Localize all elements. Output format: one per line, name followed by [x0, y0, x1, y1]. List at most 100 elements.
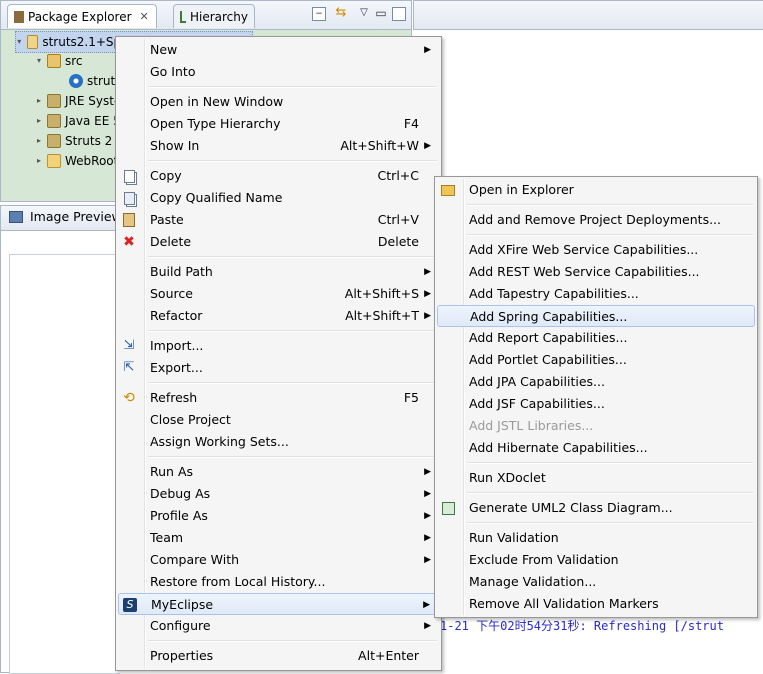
submenu-item-add-and-remove-project-deployments[interactable]: Add and Remove Project Deployments... [437, 209, 755, 231]
menu-item-properties[interactable]: Properties Alt+Enter [118, 645, 439, 667]
menu-item-source[interactable]: Source Alt+Shift+S ▶ [118, 283, 439, 305]
tab-hierarchy-label: Hierarchy [189, 9, 248, 24]
tree-item-src[interactable]: ▾ src [35, 51, 83, 71]
menu-item-show-in[interactable]: Show In Alt+Shift+W ▶ [118, 135, 439, 157]
submenu-item-add-jsf-capabilities[interactable]: Add JSF Capabilities... [437, 393, 755, 415]
menu-item-team[interactable]: Team ▶ [118, 527, 439, 549]
submenu-item-run-xdoclet[interactable]: Run XDoclet [437, 467, 755, 489]
menu-item-import[interactable]: ⇲ Import... [118, 335, 439, 357]
expand-twisty-icon[interactable]: ▸ [35, 151, 43, 171]
menu-item-label: Add and Remove Project Deployments... [469, 212, 721, 227]
image-preview-icon [9, 211, 23, 223]
submenu-arrow-icon: ▶ [424, 45, 431, 55]
tree-item-webroot[interactable]: ▸ WebRoot [35, 151, 118, 171]
menu-item-open-in-new-window[interactable]: Open in New Window [118, 91, 439, 113]
menu-item-label: Source [150, 286, 193, 301]
menu-item-label: Add Report Capabilities... [469, 330, 628, 345]
menu-item-label: Add JSF Capabilities... [469, 396, 605, 411]
menu-item-go-into[interactable]: Go Into [118, 61, 439, 83]
menu-item-label: Open Type Hierarchy [150, 116, 281, 131]
submenu-item-exclude-from-validation[interactable]: Exclude From Validation [437, 549, 755, 571]
context-menu: New ▶ Go Into Open in New Window Open Type H… [115, 36, 442, 671]
project-icon [26, 35, 39, 49]
menu-item-profile-as[interactable]: Profile As ▶ [118, 505, 439, 527]
import-icon: ⇲ [123, 338, 135, 353]
expand-twisty-icon[interactable]: ▸ [35, 91, 43, 111]
menu-item-label: Copy [150, 168, 182, 183]
submenu-item-run-validation[interactable]: Run Validation [437, 527, 755, 549]
delete-icon: ✖ [123, 234, 135, 250]
tab-hierarchy[interactable]: Hierarchy [173, 4, 255, 28]
menu-item-label: Refresh [150, 390, 198, 405]
submenu-item-add-tapestry-capabilities[interactable]: Add Tapestry Capabilities... [437, 283, 755, 305]
close-icon[interactable]: ✕ [140, 5, 149, 29]
menu-item-label: Close Project [150, 412, 231, 427]
submenu-item-manage-validation[interactable]: Manage Validation... [437, 571, 755, 593]
submenu-item-remove-all-validation-markers[interactable]: Remove All Validation Markers [437, 593, 755, 615]
submenu-item-open-in-explorer[interactable]: Open in Explorer [437, 179, 755, 201]
submenu-item-add-rest-web-service-capabilities[interactable]: Add REST Web Service Capabilities... [437, 261, 755, 283]
submenu-item-add-spring-capabilities[interactable]: Add Spring Capabilities... [437, 305, 755, 327]
menu-item-assign-working-sets[interactable]: Assign Working Sets... [118, 431, 439, 453]
menu-item-label: Run Validation [469, 530, 559, 545]
menu-item-label: Compare With [150, 552, 240, 567]
menu-item-label: Add JSTL Libraries... [469, 418, 594, 433]
package-explorer-icon [14, 10, 24, 23]
menu-item-myeclipse[interactable]: S MyEclipse ▶ [118, 593, 439, 615]
menu-separator [467, 462, 753, 464]
menu-item-label: New [150, 42, 178, 57]
maximize-icon[interactable] [392, 7, 406, 21]
menu-item-refactor[interactable]: Refactor Alt+Shift+T ▶ [118, 305, 439, 327]
copy-qualified-icon [122, 191, 136, 205]
menu-item-copy-qualified-name[interactable]: Copy Qualified Name [118, 187, 439, 209]
menu-item-export[interactable]: ⇱ Export... [118, 357, 439, 379]
expand-twisty-icon[interactable]: ▾ [35, 51, 43, 71]
menu-item-shortcut: Alt+Shift+T [345, 308, 419, 323]
tab-image-preview-label[interactable]: Image Preview [30, 209, 122, 224]
library-icon [47, 114, 61, 128]
expand-twisty-icon[interactable]: ▸ [35, 111, 43, 131]
submenu-item-add-jpa-capabilities[interactable]: Add JPA Capabilities... [437, 371, 755, 393]
menu-item-shortcut: F5 [403, 390, 419, 405]
submenu-item-add-xfire-web-service-capabilities[interactable]: Add XFire Web Service Capabilities... [437, 239, 755, 261]
menu-item-new[interactable]: New ▶ [118, 39, 439, 61]
menu-separator [467, 234, 753, 236]
view-menu-icon[interactable]: ▽ [357, 7, 371, 21]
menu-item-configure[interactable]: Configure ▶ [118, 615, 439, 637]
menu-item-delete[interactable]: ✖ Delete Delete [118, 231, 439, 253]
menu-item-run-as[interactable]: Run As ▶ [118, 461, 439, 483]
tab-package-explorer[interactable]: Package Explorer ✕ [7, 4, 157, 28]
menu-item-build-path[interactable]: Build Path ▶ [118, 261, 439, 283]
menu-item-close-project[interactable]: Close Project [118, 409, 439, 431]
submenu-arrow-icon: ▶ [424, 141, 431, 151]
collapse-all-icon[interactable]: − [312, 7, 326, 21]
menu-item-label: MyEclipse [151, 597, 214, 612]
menu-item-open-type-hierarchy[interactable]: Open Type Hierarchy F4 [118, 113, 439, 135]
link-with-editor-icon[interactable]: ⇆ [334, 6, 348, 21]
myeclipse-submenu: Open in Explorer Add and Remove Project D… [434, 176, 758, 618]
submenu-item-add-hibernate-capabilities[interactable]: Add Hibernate Capabilities... [437, 437, 755, 459]
menu-item-debug-as[interactable]: Debug As ▶ [118, 483, 439, 505]
menu-item-label: Exclude From Validation [469, 552, 619, 567]
menu-item-label: Team [150, 530, 184, 545]
menu-item-compare-with[interactable]: Compare With ▶ [118, 549, 439, 571]
minimize-icon[interactable]: ▭ [374, 7, 388, 21]
menu-item-refresh[interactable]: ⟲ Refresh F5 [118, 387, 439, 409]
expand-twisty-icon[interactable]: ▾ [16, 32, 23, 52]
paste-icon [122, 213, 136, 227]
menu-item-restore-from-local-history[interactable]: Restore from Local History... [118, 571, 439, 593]
submenu-item-add-report-capabilities[interactable]: Add Report Capabilities... [437, 327, 755, 349]
menu-item-copy[interactable]: Copy Ctrl+C [118, 165, 439, 187]
hierarchy-icon [180, 10, 186, 23]
menu-item-shortcut: Delete [377, 234, 419, 249]
submenu-item-add-portlet-capabilities[interactable]: Add Portlet Capabilities... [437, 349, 755, 371]
refresh-icon: ⟲ [123, 390, 135, 406]
submenu-item-add-jstl-libraries: Add JSTL Libraries... [437, 415, 755, 437]
menu-item-label: Add Spring Capabilities... [470, 309, 628, 324]
tree-item-label: src [65, 54, 83, 68]
submenu-arrow-icon: ▶ [424, 555, 431, 565]
expand-twisty-icon[interactable]: ▸ [35, 131, 43, 151]
menu-item-paste[interactable]: Paste Ctrl+V [118, 209, 439, 231]
menu-item-shortcut: Ctrl+C [377, 168, 419, 183]
submenu-item-generate-uml2-class-diagram[interactable]: Generate UML2 Class Diagram... [437, 497, 755, 519]
